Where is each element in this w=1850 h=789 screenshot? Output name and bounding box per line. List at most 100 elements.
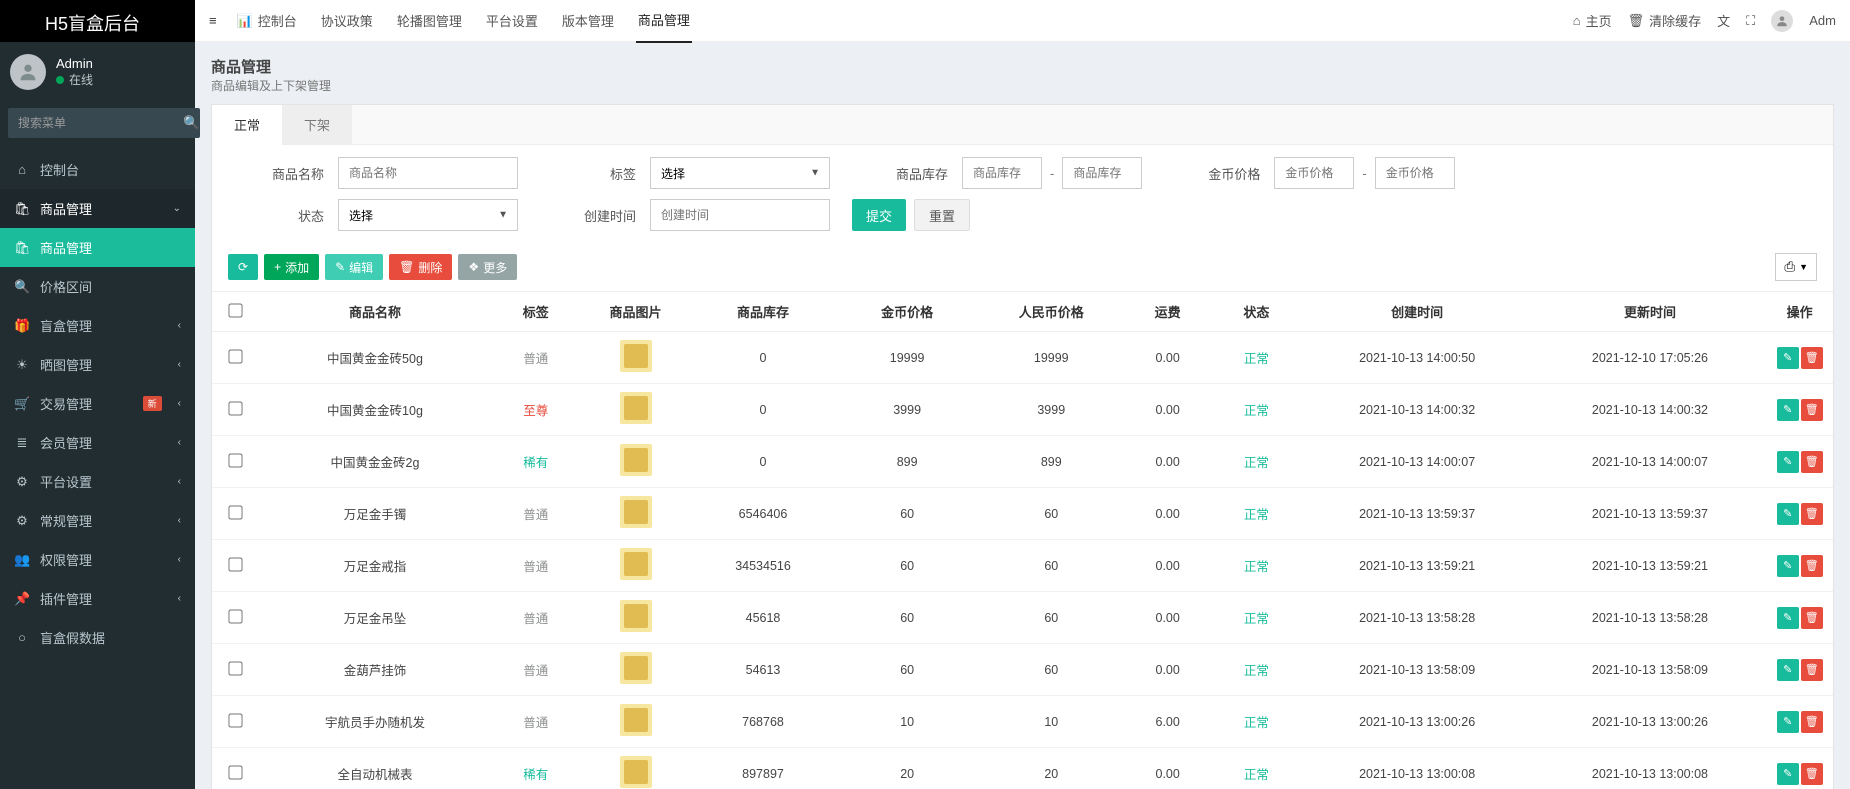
menu-icon: ⌂ — [14, 162, 30, 177]
row-edit-button[interactable]: ✎ — [1777, 763, 1799, 785]
row-edit-button[interactable]: ✎ — [1777, 399, 1799, 421]
col-stock[interactable]: 商品库存 — [691, 292, 835, 332]
menu-label: 盲盒管理 — [40, 316, 92, 335]
col-coin[interactable]: 金币价格 — [835, 292, 979, 332]
hamburger-icon[interactable]: ≡ — [195, 13, 231, 28]
submit-button[interactable]: 提交 — [852, 199, 906, 231]
sidebar-item[interactable]: 🛒交易管理新‹ — [0, 384, 195, 423]
sidebar-item[interactable]: 🛍商品管理⌄ — [0, 189, 195, 228]
row-delete-button[interactable]: 🗑 — [1801, 451, 1823, 473]
more-button[interactable]: ❖更多 — [458, 254, 517, 280]
edit-button[interactable]: ✎编辑 — [325, 254, 383, 280]
cell-utime: 2021-10-13 13:58:09 — [1534, 644, 1767, 696]
cell-ship: 0.00 — [1123, 540, 1212, 592]
top-tab[interactable]: 📊控制台 — [235, 0, 299, 42]
product-thumb[interactable] — [620, 392, 652, 424]
reset-button[interactable]: 重置 — [914, 199, 970, 231]
row-checkbox[interactable] — [228, 505, 242, 519]
filter-time-input[interactable] — [650, 199, 830, 231]
col-rmb[interactable]: 人民币价格 — [979, 292, 1123, 332]
sidebar-item[interactable]: 🛍商品管理 — [0, 228, 195, 267]
col-name[interactable]: 商品名称 — [259, 292, 492, 332]
top-tab[interactable]: 平台设置 — [484, 0, 540, 42]
filter-stock-min[interactable] — [962, 157, 1042, 189]
col-utime[interactable]: 更新时间 — [1534, 292, 1767, 332]
sidebar-item[interactable]: ○盲盒假数据 — [0, 618, 195, 657]
sidebar-item[interactable]: 🎁盲盒管理‹ — [0, 306, 195, 345]
user-status-text: 在线 — [69, 71, 93, 88]
row-edit-button[interactable]: ✎ — [1777, 555, 1799, 577]
col-ship[interactable]: 运费 — [1123, 292, 1212, 332]
filter-name-input[interactable] — [338, 157, 518, 189]
panel-tab-normal[interactable]: 正常 — [212, 105, 282, 145]
product-thumb[interactable] — [620, 548, 652, 580]
row-checkbox[interactable] — [228, 401, 242, 415]
panel-tab-off[interactable]: 下架 — [282, 105, 352, 144]
filter-stock-max[interactable] — [1062, 157, 1142, 189]
product-thumb[interactable] — [620, 444, 652, 476]
product-thumb[interactable] — [620, 652, 652, 684]
row-edit-button[interactable]: ✎ — [1777, 347, 1799, 369]
product-thumb[interactable] — [620, 704, 652, 736]
row-edit-button[interactable]: ✎ — [1777, 711, 1799, 733]
search-input[interactable] — [8, 108, 183, 138]
sidebar-item[interactable]: ⚙常规管理‹ — [0, 501, 195, 540]
col-ctime[interactable]: 创建时间 — [1301, 292, 1534, 332]
add-button[interactable]: +添加 — [264, 254, 319, 280]
top-tab[interactable]: 版本管理 — [560, 0, 616, 42]
sidebar-item[interactable]: ⌂控制台 — [0, 150, 195, 189]
top-tab[interactable]: 轮播图管理 — [395, 0, 464, 42]
row-checkbox[interactable] — [228, 557, 242, 571]
delete-button[interactable]: 🗑删除 — [389, 254, 452, 280]
sidebar-item[interactable]: 📌插件管理‹ — [0, 579, 195, 618]
row-edit-button[interactable]: ✎ — [1777, 659, 1799, 681]
filter-tag-select[interactable] — [650, 157, 830, 189]
row-delete-button[interactable]: 🗑 — [1801, 659, 1823, 681]
clear-cache-link[interactable]: 🗑清除缓存 — [1628, 11, 1702, 30]
row-checkbox[interactable] — [228, 765, 242, 779]
sidebar-item[interactable]: ☀晒图管理‹ — [0, 345, 195, 384]
row-checkbox[interactable] — [228, 609, 242, 623]
filter-coin-min[interactable] — [1274, 157, 1354, 189]
row-checkbox[interactable] — [228, 349, 242, 363]
export-button[interactable]: ⎙▼ — [1775, 253, 1817, 281]
sidebar-item[interactable]: 👥权限管理‹ — [0, 540, 195, 579]
chevron-left-icon: ‹ — [178, 593, 181, 604]
chevron-left-icon: ‹ — [178, 320, 181, 331]
col-tag[interactable]: 标签 — [491, 292, 580, 332]
row-checkbox[interactable] — [228, 453, 242, 467]
product-thumb[interactable] — [620, 756, 652, 788]
top-username[interactable]: Adm — [1809, 13, 1836, 28]
product-thumb[interactable] — [620, 340, 652, 372]
row-delete-button[interactable]: 🗑 — [1801, 399, 1823, 421]
row-edit-button[interactable]: ✎ — [1777, 451, 1799, 473]
fullscreen-icon[interactable]: ⛶ — [1746, 13, 1755, 29]
translate-icon[interactable]: 文 — [1717, 11, 1730, 30]
filter-coin-max[interactable] — [1375, 157, 1455, 189]
row-checkbox[interactable] — [228, 661, 242, 675]
select-all-checkbox[interactable] — [228, 303, 242, 317]
row-delete-button[interactable]: 🗑 — [1801, 555, 1823, 577]
refresh-button[interactable]: ⟳ — [228, 254, 258, 280]
sidebar-item[interactable]: ⚙平台设置‹ — [0, 462, 195, 501]
row-edit-button[interactable]: ✎ — [1777, 607, 1799, 629]
product-thumb[interactable] — [620, 496, 652, 528]
row-delete-button[interactable]: 🗑 — [1801, 711, 1823, 733]
row-edit-button[interactable]: ✎ — [1777, 503, 1799, 525]
sidebar-item[interactable]: ≣会员管理‹ — [0, 423, 195, 462]
cell-ctime: 2021-10-13 13:59:21 — [1301, 540, 1534, 592]
col-status[interactable]: 状态 — [1212, 292, 1301, 332]
top-avatar[interactable] — [1771, 10, 1793, 32]
row-delete-button[interactable]: 🗑 — [1801, 347, 1823, 369]
filter-state-select[interactable] — [338, 199, 518, 231]
col-img[interactable]: 商品图片 — [580, 292, 691, 332]
row-delete-button[interactable]: 🗑 — [1801, 503, 1823, 525]
sidebar-item[interactable]: 🔍价格区间 — [0, 267, 195, 306]
product-thumb[interactable] — [620, 600, 652, 632]
home-link[interactable]: ⌂主页 — [1573, 11, 1612, 30]
top-tab[interactable]: 协议政策 — [319, 0, 375, 42]
top-tab[interactable]: 商品管理 — [636, 0, 692, 43]
row-delete-button[interactable]: 🗑 — [1801, 607, 1823, 629]
row-checkbox[interactable] — [228, 713, 242, 727]
row-delete-button[interactable]: 🗑 — [1801, 763, 1823, 785]
